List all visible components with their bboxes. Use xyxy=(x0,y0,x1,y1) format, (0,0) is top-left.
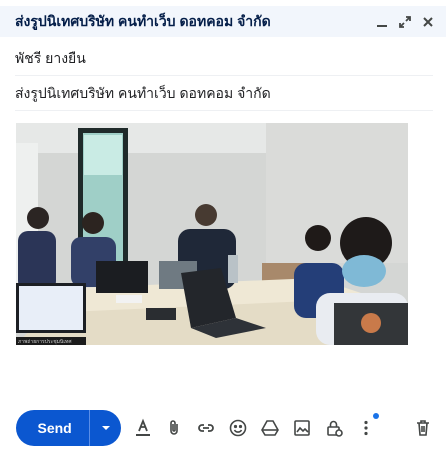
send-button[interactable]: Send xyxy=(16,410,89,446)
more-options-icon[interactable] xyxy=(354,416,378,440)
subject-field[interactable]: ส่งรูปนิเทศบริษัท คนทำเว็บ ดอทคอม จำกัด xyxy=(15,78,433,111)
send-button-group: Send xyxy=(16,410,121,446)
expand-icon[interactable] xyxy=(395,12,415,32)
close-icon[interactable] xyxy=(418,12,438,32)
compose-title: ส่งรูปนิเทศบริษัท คนทำเว็บ ดอทคอม จำกัด xyxy=(15,12,271,29)
photo-caption: ภาพถ่ายการประชุมนิเทศ xyxy=(18,338,72,345)
schedule-send-button[interactable] xyxy=(90,410,121,446)
minimize-icon[interactable] xyxy=(372,12,392,32)
subject-text: ส่งรูปนิเทศบริษัท คนทำเว็บ ดอทคอม จำกัด xyxy=(15,85,271,101)
text-format-icon[interactable] xyxy=(131,416,155,440)
compose-toolbar: Send xyxy=(0,408,446,448)
window-controls xyxy=(369,12,438,32)
emoji-icon[interactable] xyxy=(226,416,250,440)
confidential-lock-icon[interactable] xyxy=(322,416,346,440)
link-icon[interactable] xyxy=(194,416,218,440)
compose-titlebar[interactable]: ส่งรูปนิเทศบริษัท คนทำเว็บ ดอทคอม จำกัด xyxy=(0,6,446,37)
inline-image[interactable]: ภาพถ่ายการประชุมนิเทศ xyxy=(16,123,408,345)
drive-icon[interactable] xyxy=(258,416,282,440)
delete-icon[interactable] xyxy=(411,416,435,440)
recipient-chip[interactable]: พัชรี ยางยืน xyxy=(15,48,86,70)
image-icon[interactable] xyxy=(290,416,314,440)
notification-dot xyxy=(373,413,379,419)
chevron-down-icon xyxy=(101,426,110,430)
attach-icon[interactable] xyxy=(162,416,186,440)
recipient-field[interactable]: พัชรี ยางยืน xyxy=(15,43,433,76)
